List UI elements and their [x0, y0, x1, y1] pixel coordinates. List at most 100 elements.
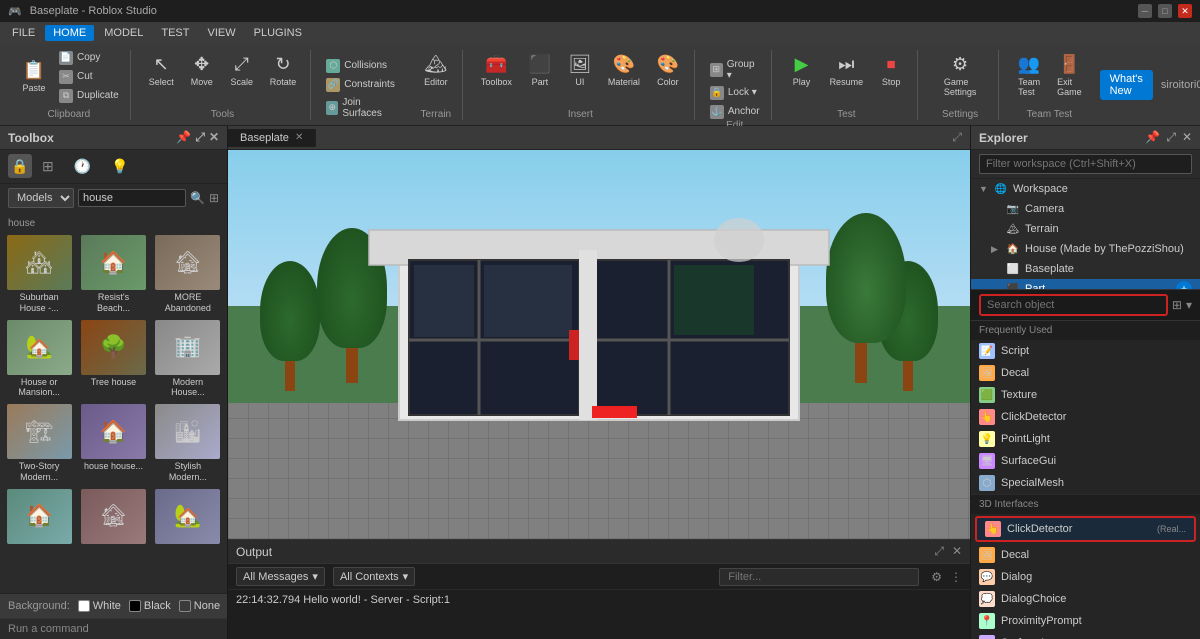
toolbox-expand-icon[interactable]: ⤢ — [195, 130, 205, 145]
settings-icon[interactable]: ⚙ — [931, 570, 942, 584]
add-object-search-input[interactable] — [979, 294, 1168, 316]
obj-item-decal[interactable]: 🖼 Decal — [971, 362, 1200, 384]
play-button[interactable]: ▶ Play — [784, 50, 820, 91]
join-surfaces-button[interactable]: ⊕ Join Surfaces — [323, 96, 398, 120]
tree-item-camera[interactable]: 📷 Camera — [971, 199, 1200, 219]
lock-button[interactable]: 🔒 Lock ▾ — [707, 85, 763, 101]
list-item[interactable]: 🏗 Two-Story Modern... — [4, 404, 74, 485]
cut-button[interactable]: ✂ Cut — [56, 69, 122, 85]
game-settings-button[interactable]: ⚙ GameSettings — [930, 50, 990, 101]
models-dropdown[interactable]: Models — [8, 188, 74, 208]
search-dropdown-icon[interactable]: ▾ — [1186, 298, 1192, 312]
duplicate-button[interactable]: ⧉ Duplicate — [56, 88, 122, 104]
menu-test[interactable]: TEST — [153, 25, 197, 41]
anchor-button[interactable]: ⚓ Anchor — [707, 104, 763, 120]
obj-item-clickdetector-3d[interactable]: 👆 ClickDetector (Real... — [975, 516, 1196, 542]
toolbox-tab-clock[interactable]: 🕐 — [64, 154, 101, 179]
window-controls[interactable]: ─ □ ✕ — [1138, 4, 1192, 18]
toolbox-button[interactable]: 🧰 Toolbox — [475, 50, 518, 91]
obj-item-surfacegui[interactable]: 🖥 SurfaceGui — [971, 450, 1200, 472]
obj-item-pointlight[interactable]: 💡 PointLight — [971, 428, 1200, 450]
tab-close-icon[interactable]: ✕ — [295, 132, 303, 143]
exit-game-button[interactable]: 🚪 ExitGame — [1051, 50, 1088, 101]
menu-model[interactable]: MODEL — [96, 25, 151, 41]
obj-item-proximityprompt[interactable]: 📍 ProximityPrompt — [971, 610, 1200, 632]
contexts-dropdown[interactable]: All Contexts ▾ — [333, 567, 415, 586]
obj-item-clickdetector-freq[interactable]: 👆 ClickDetector — [971, 406, 1200, 428]
explorer-filter-input[interactable] — [979, 154, 1192, 174]
tree-item-house[interactable]: ▶ 🏠 House (Made by ThePozziShou) — [971, 239, 1200, 259]
obj-item-specialmesh[interactable]: ⬡ SpecialMesh — [971, 472, 1200, 494]
obj-item-script[interactable]: 📝 Script — [971, 340, 1200, 362]
run-command-area[interactable]: Run a command — [0, 618, 227, 639]
menu-view[interactable]: VIEW — [199, 25, 243, 41]
search-icon[interactable]: 🔍 — [190, 191, 205, 205]
output-menu-icon[interactable]: ⋮ — [950, 570, 962, 584]
toolbox-tab-lock[interactable]: 🔒 — [8, 154, 32, 178]
obj-item-dialogchoice[interactable]: 💭 DialogChoice — [971, 588, 1200, 610]
obj-item-dialog[interactable]: 💬 Dialog — [971, 566, 1200, 588]
list-item[interactable]: 🌳 Tree house — [78, 320, 148, 401]
color-button[interactable]: 🎨 Color — [650, 50, 686, 91]
sort-icon[interactable]: ⊞ — [209, 191, 219, 205]
toolbox-pin-icon[interactable]: 📌 — [176, 130, 191, 145]
select-button[interactable]: ↖ Select — [143, 50, 180, 91]
paste-button[interactable]: 📋 Paste — [16, 56, 52, 97]
copy-button[interactable]: 📄 Copy — [56, 50, 122, 66]
minimize-button[interactable]: ─ — [1138, 4, 1152, 18]
part-button[interactable]: ⬛ Part — [522, 50, 558, 91]
explorer-expand-icon[interactable]: ⤢ — [1166, 130, 1176, 145]
obj-item-decal-3d[interactable]: 🖼 Decal — [971, 544, 1200, 566]
tree-item-part[interactable]: ⬛ Part + — [971, 279, 1200, 289]
move-button[interactable]: ✥ Move — [184, 50, 220, 91]
output-expand-icon[interactable]: ⤢ — [934, 544, 944, 559]
list-item[interactable]: 🏚 MORE Abandoned — [153, 235, 223, 316]
explorer-close-icon[interactable]: ✕ — [1182, 130, 1192, 145]
explorer-pin-icon[interactable]: 📌 — [1145, 130, 1160, 145]
list-item[interactable]: 🏚 — [78, 489, 148, 548]
list-item[interactable]: 🏡 House or Mansion... — [4, 320, 74, 401]
bg-none-option[interactable]: None — [179, 600, 220, 612]
rotate-button[interactable]: ↻ Rotate — [264, 50, 303, 91]
search-input[interactable] — [83, 192, 181, 204]
toolbox-close-icon[interactable]: ✕ — [209, 130, 219, 145]
team-test-button[interactable]: 👥 TeamTest — [1011, 50, 1047, 101]
collisions-button[interactable]: ⬡ Collisions — [323, 58, 398, 74]
list-item[interactable]: 🏙 Stylish Modern... — [153, 404, 223, 485]
editor-button[interactable]: 🏔 Editor — [418, 50, 454, 91]
part-add-button[interactable]: + — [1176, 281, 1192, 289]
group-button[interactable]: ⊞ Group ▾ — [707, 58, 763, 82]
tree-item-workspace[interactable]: ▼ 🌐 Workspace — [971, 179, 1200, 199]
filter-input[interactable] — [719, 568, 919, 586]
close-button[interactable]: ✕ — [1178, 4, 1192, 18]
menu-file[interactable]: FILE — [4, 25, 43, 41]
resume-button[interactable]: ⏭ Resume — [824, 50, 870, 91]
search-grid-icon[interactable]: ⊞ — [1172, 298, 1182, 312]
tree-item-terrain[interactable]: 🏔 Terrain — [971, 219, 1200, 239]
messages-dropdown[interactable]: All Messages ▾ — [236, 567, 325, 586]
obj-item-surfaceappearance[interactable]: ◻ SurfaceAppearance — [971, 632, 1200, 639]
bg-black-option[interactable]: Black — [129, 600, 171, 612]
obj-item-texture[interactable]: 🟩 Texture — [971, 384, 1200, 406]
ui-button[interactable]: 🖼 UI — [562, 50, 598, 91]
viewport-expand-icon[interactable]: ⤢ — [952, 130, 962, 145]
menu-home[interactable]: HOME — [45, 25, 94, 41]
viewport-tab-baseplate[interactable]: Baseplate ✕ — [228, 129, 316, 147]
list-item[interactable]: 🏢 Modern House... — [153, 320, 223, 401]
output-close-icon[interactable]: ✕ — [952, 544, 962, 559]
toolbox-tab-grid[interactable]: ⊞ — [32, 154, 64, 179]
list-item[interactable]: 🏡 — [153, 489, 223, 548]
menu-plugins[interactable]: PLUGINS — [246, 25, 310, 41]
material-button[interactable]: 🎨 Material — [602, 50, 646, 91]
whats-new-button[interactable]: What's New — [1100, 70, 1153, 100]
maximize-button[interactable]: □ — [1158, 4, 1172, 18]
list-item[interactable]: 🏠 house house... — [78, 404, 148, 485]
scale-button[interactable]: ⤢ Scale — [224, 50, 260, 91]
bg-white-option[interactable]: White — [78, 600, 121, 612]
list-item[interactable]: 🏠 — [4, 489, 74, 548]
constraints-button[interactable]: 🔗 Constraints — [323, 77, 398, 93]
list-item[interactable]: 🏠 Resist's Beach... — [78, 235, 148, 316]
stop-button[interactable]: ⏹ Stop — [873, 50, 909, 91]
toolbox-tab-light[interactable]: 💡 — [101, 154, 138, 179]
tree-item-baseplate[interactable]: ⬜ Baseplate — [971, 259, 1200, 279]
